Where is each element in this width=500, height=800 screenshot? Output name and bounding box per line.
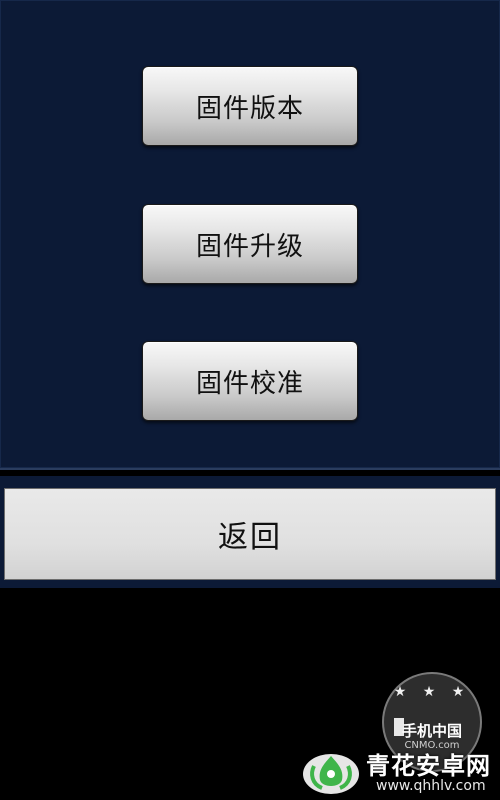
site-url: www.qhhlv.com [376,778,486,794]
back-button[interactable]: 返回 [4,488,496,580]
firmware-calibrate-label: 固件校准 [195,368,304,399]
firmware-calibrate-button[interactable]: 固件校准 [142,341,358,421]
firmware-upgrade-label: 固件升级 [195,231,304,262]
site-logo-icon [303,754,359,794]
back-button-label: 返回 [218,520,282,555]
cnmo-stars-icon: ★ ★ ★ [393,684,471,700]
site-name: 青花安卓网 [366,752,491,780]
site-watermark: 青花安卓网 www.qhhlv.com [300,740,500,800]
firmware-screen: 固件版本 固件升级 固件校准 返回 ★ ★ ★ 手机中国 CNMO.com 青花… [0,0,500,800]
firmware-version-button[interactable]: 固件版本 [142,66,358,146]
firmware-menu-panel: 固件版本 固件升级 固件校准 [0,0,500,470]
firmware-upgrade-button[interactable]: 固件升级 [142,204,358,284]
firmware-version-label: 固件版本 [195,93,304,124]
cnmo-name: 手机中国 [401,722,462,740]
